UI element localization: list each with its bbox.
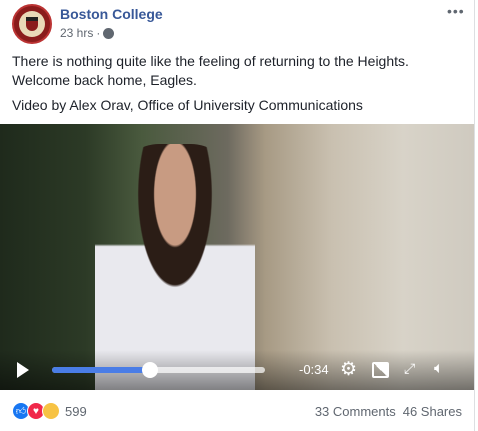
message-line: Welcome back home, Eagles. — [12, 72, 197, 88]
comments-link[interactable]: 33 Comments — [315, 404, 396, 419]
reaction-count[interactable]: 599 — [65, 404, 87, 419]
seal-icon — [26, 17, 38, 31]
post-text: There is nothing quite like the feeling … — [12, 52, 467, 121]
card-border — [474, 0, 475, 431]
shares-link[interactable]: 46 Shares — [403, 404, 462, 419]
sad-icon[interactable] — [42, 402, 60, 420]
video-controls: -0:34 ⚙ ⤢ 🔈︎ — [0, 350, 474, 390]
avatar[interactable] — [12, 4, 52, 44]
play-icon[interactable] — [17, 362, 29, 378]
progress-handle[interactable] — [141, 362, 158, 378]
post-footer: 👍︎ ♥ 599 33 Comments 46 Shares — [12, 402, 462, 420]
credit-line: Video by Alex Orav, Office of University… — [12, 97, 363, 113]
progress-slider[interactable] — [52, 362, 265, 378]
globe-icon — [103, 27, 115, 39]
fullscreen-icon[interactable]: ⤢ — [404, 360, 415, 377]
mute-icon[interactable]: 🔈︎ — [434, 360, 444, 378]
gear-icon[interactable]: ⚙ — [340, 360, 357, 379]
message-line: There is nothing quite like the feeling … — [12, 53, 409, 69]
post-meta: 23 hrs · — [60, 26, 115, 40]
time-remaining: -0:34 — [299, 362, 329, 377]
page-name-link[interactable]: Boston College — [60, 6, 163, 22]
picture-in-picture-icon[interactable] — [372, 362, 389, 378]
more-options-button[interactable]: ••• — [447, 3, 465, 19]
timestamp[interactable]: 23 hrs — [60, 26, 93, 40]
progress-fill — [52, 367, 150, 373]
separator: · — [96, 26, 101, 40]
video-player[interactable]: -0:34 ⚙ ⤢ 🔈︎ — [0, 124, 474, 390]
